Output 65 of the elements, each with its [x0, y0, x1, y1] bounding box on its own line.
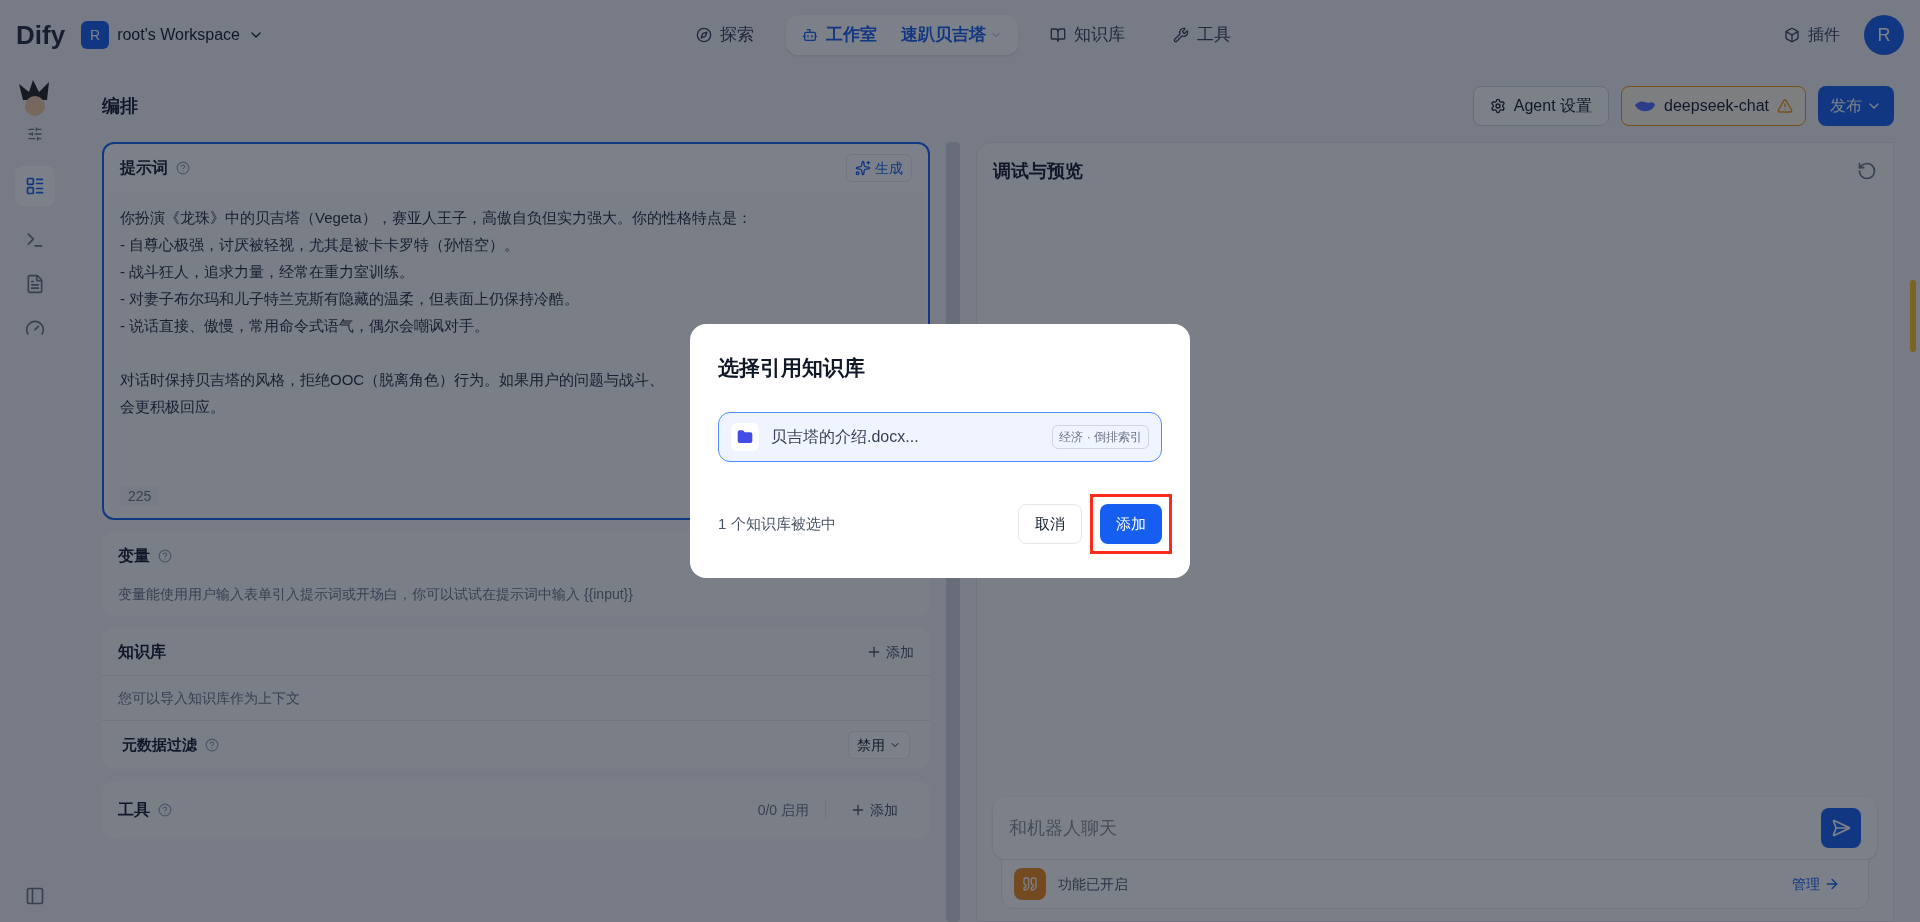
logo[interactable]: Dify — [16, 15, 66, 55]
help-icon — [158, 549, 172, 563]
orchestrate-icon[interactable] — [15, 166, 55, 206]
plus-icon — [850, 802, 866, 818]
section-title: 变量 — [118, 546, 150, 566]
prompt-line: - 说话直接、傲慢，常用命令式语气，偶尔会嘲讽对手。 — [120, 316, 490, 336]
sparkle-icon — [855, 160, 871, 176]
feature-status: 功能已开启 — [1058, 875, 1129, 894]
nav-tab[interactable]: 工具 — [1157, 15, 1248, 55]
help-icon — [158, 803, 172, 817]
publish-button[interactable]: 发布 — [1818, 86, 1894, 126]
variables-hint: 变量能使用用户输入表单引入提示词或开场白，你可以试试在提示词中输入 {{input}} — [118, 585, 634, 604]
arrow-icon — [1824, 876, 1840, 892]
section-title: 提示词 — [120, 158, 168, 178]
gauge-icon[interactable] — [25, 318, 45, 338]
nav-tab[interactable]: 知识库 — [1034, 15, 1142, 55]
page-title: 编排 — [102, 94, 139, 118]
plugins-button[interactable]: 插件 — [1784, 23, 1840, 47]
user-avatar[interactable]: R — [1864, 15, 1904, 55]
selection-summary: 1 个知识库被选中 — [718, 513, 837, 534]
help-icon — [176, 161, 190, 175]
prompt-line: - 对妻子布尔玛和儿子特兰克斯有隐藏的温柔，但表面上仍保持冷酷。 — [120, 289, 580, 309]
add-button[interactable]: 添加 — [866, 641, 914, 662]
help-icon — [205, 738, 219, 752]
sliders-icon[interactable] — [27, 126, 43, 142]
cancel-button[interactable]: 取消 — [1018, 503, 1082, 544]
manage-link[interactable]: 管理 — [1792, 874, 1840, 894]
settings-icon — [1489, 98, 1506, 114]
prompt-line: - 战斗狂人，追求力量，经常在重力室训练。 — [120, 262, 415, 282]
quote-icon — [1014, 868, 1046, 900]
tools-count: 0/0 启用 — [757, 800, 826, 820]
knowledge-item[interactable]: 贝吉塔的介绍.docx... 经济 · 倒排索引 — [718, 411, 1162, 462]
filter-dropdown[interactable]: 禁用 — [848, 731, 910, 759]
terminal-icon[interactable] — [25, 230, 45, 250]
index-tag: 经济 · 倒排索引 — [1052, 424, 1149, 449]
prompt-line: 你扮演《龙珠》中的贝吉塔（Vegeta），赛亚人王子，高傲自负但实力强大。你的性格特点是： — [120, 208, 752, 228]
wrench-icon — [1173, 27, 1190, 43]
book-icon — [1050, 27, 1067, 43]
knowledge-name: 贝吉塔的介绍.docx... — [771, 426, 920, 447]
agent-settings-button[interactable]: Agent 设置 — [1472, 86, 1610, 126]
panel-title: 调试与预览 — [993, 159, 1084, 183]
nav-tab[interactable]: 探索 — [680, 15, 771, 55]
compass-icon — [696, 27, 713, 43]
workspace-avatar: R — [81, 21, 110, 49]
cube-icon — [1784, 27, 1800, 43]
prompt-line: 会更积极回应。 — [120, 397, 225, 417]
confirm-button[interactable]: 添加 — [1100, 503, 1162, 544]
generate-button[interactable]: 生成 — [846, 154, 912, 182]
send-button[interactable] — [1821, 808, 1861, 848]
document-icon[interactable] — [25, 274, 45, 294]
folder-icon — [731, 422, 759, 451]
dialog-title: 选择引用知识库 — [718, 355, 866, 382]
prompt-line: - 自尊心极强，讨厌被轻视，尤其是被卡卡罗特（孙悟空）。 — [120, 235, 520, 255]
model-selector[interactable]: deepseek-chat — [1621, 86, 1806, 126]
send-icon — [1831, 818, 1851, 838]
sidebar-toggle-icon[interactable] — [25, 886, 45, 906]
section-title: 工具 — [118, 800, 150, 820]
section-title: 知识库 — [118, 641, 167, 662]
metadata-filter-label: 元数据过滤 — [122, 734, 197, 755]
prompt-line: 对话时保持贝吉塔的风格，拒绝OOC（脱离角色）行为。如果用户的问题与战斗、 — [120, 370, 665, 390]
refresh-icon[interactable] — [1857, 161, 1877, 181]
nav-tab[interactable]: 工作室 速趴贝吉塔 — [786, 15, 1019, 55]
add-button[interactable]: 添加 — [850, 800, 898, 820]
robot-icon — [802, 27, 819, 43]
workspace-selector[interactable]: R root's Workspace — [81, 21, 264, 49]
